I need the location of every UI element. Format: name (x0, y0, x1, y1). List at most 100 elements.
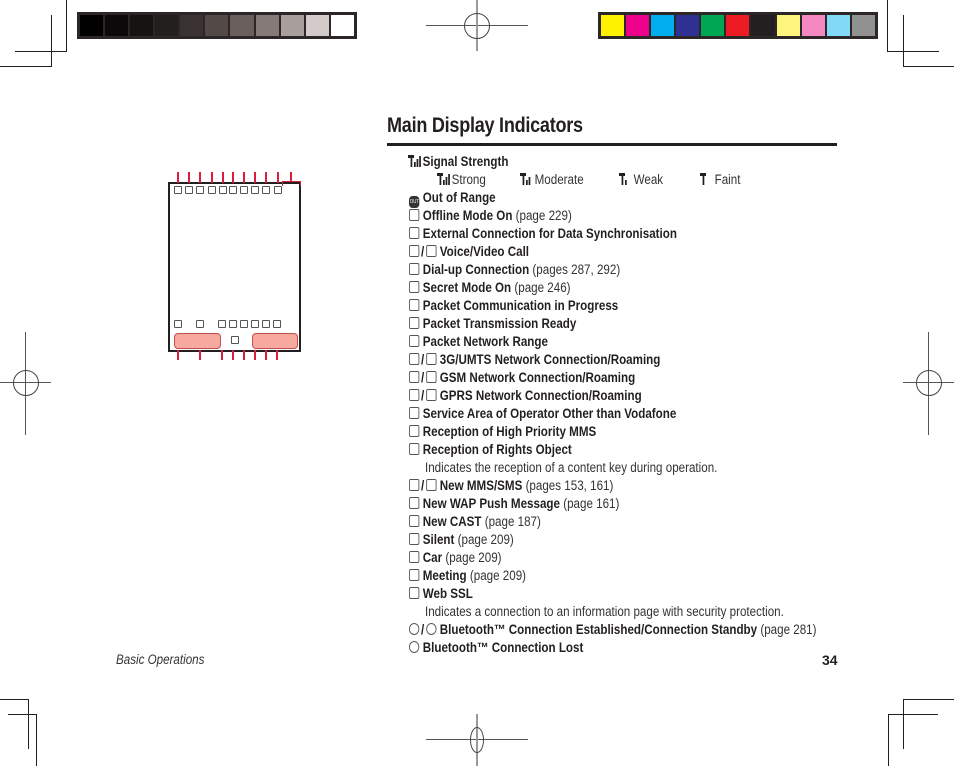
3g-roaming-icon (425, 353, 437, 365)
packet-communication-icon (409, 299, 420, 311)
status-indicator-icon (196, 320, 204, 328)
status-indicator-icon (274, 186, 282, 194)
indicator-entry: / Bluetooth™ Connection Established/Conne… (409, 621, 817, 639)
process-color-bar (598, 12, 878, 39)
indicator-label: Dial-up Connection (422, 262, 530, 277)
color-swatch (851, 15, 875, 36)
voice-call-icon (409, 245, 420, 257)
dial-up-icon (409, 263, 420, 275)
icon-separator: / (421, 388, 425, 403)
signal-level-weak: Weak (619, 171, 663, 189)
page-reference: (page 281) (760, 622, 817, 637)
indicator-label: Packet Network Range (422, 334, 548, 349)
status-indicator-icon (219, 186, 227, 194)
indicator-label: Silent (422, 532, 455, 547)
icon-separator: / (421, 622, 425, 637)
indicator-label: External Connection for Data Synchronisa… (422, 226, 677, 241)
signal-level-moderate: Moderate (520, 171, 584, 189)
packet-network-icon (409, 335, 420, 347)
indicator-label: Bluetooth™ Connection Lost (422, 640, 584, 655)
icon-separator: / (421, 352, 425, 367)
page-reference: (page 187) (484, 514, 541, 529)
bluetooth-standby-icon (425, 623, 437, 635)
signal-level-label: Weak (633, 172, 664, 187)
indicator-label: Secret Mode On (422, 280, 512, 295)
color-swatch (180, 15, 204, 36)
color-swatch (130, 15, 154, 36)
signal-faint-icon (700, 173, 712, 185)
signal-level-label: Strong (451, 172, 486, 187)
page-reference: (page 246) (514, 280, 571, 295)
status-indicator-icon (262, 320, 270, 328)
callout-line (199, 350, 201, 360)
left-softkey (174, 333, 221, 349)
indicator-label: Packet Communication in Progress (422, 298, 619, 313)
indicator-entry: Bluetooth™ Connection Lost (409, 639, 583, 657)
color-swatch (280, 15, 304, 36)
indicator-label: GPRS Network Connection/Roaming (439, 388, 642, 403)
signal-weak-icon (619, 173, 631, 185)
indicator-label: Car (422, 550, 443, 565)
indicator-label: Web SSL (422, 586, 473, 601)
page-number: 34 (822, 652, 838, 668)
indicator-entry: Reception of Rights Object (409, 441, 572, 459)
indicator-label: Meeting (422, 568, 467, 583)
status-indicator-icon (229, 186, 237, 194)
indicator-entry: Silent (page 209) (409, 531, 514, 549)
signal-level-label: Faint (714, 172, 741, 187)
car-icon (409, 551, 420, 563)
status-indicator-icon (273, 320, 281, 328)
icon-separator: / (421, 370, 425, 385)
signal-strength-icon (408, 155, 421, 167)
icon-separator: / (421, 478, 425, 493)
status-indicator-icon (240, 186, 248, 194)
meeting-icon (409, 569, 420, 581)
indicator-entry: / GSM Network Connection/Roaming (409, 369, 635, 387)
color-swatch (205, 15, 229, 36)
indicator-entry: / New MMS/SMS (pages 153, 161) (409, 477, 613, 495)
page-reference: (pages 153, 161) (525, 478, 614, 493)
callout-line (254, 172, 256, 183)
silent-icon (409, 533, 420, 545)
page-reference: (page 209) (445, 550, 502, 565)
indicator-entry: Web SSL (409, 585, 473, 603)
color-swatch (726, 15, 750, 36)
indicator-label: Packet Transmission Ready (422, 316, 577, 331)
color-swatch (801, 15, 825, 36)
packet-ready-icon (409, 317, 420, 329)
indicator-label: Voice/Video Call (439, 244, 530, 259)
indicator-entry: / Voice/Video Call (409, 243, 529, 261)
page-title: Main Display Indicators (387, 114, 583, 137)
indicator-entry: New CAST (page 187) (409, 513, 541, 531)
rights-object-icon (409, 443, 420, 455)
callout-line (222, 172, 224, 183)
color-swatch (826, 15, 850, 36)
indicator-entry: Dial-up Connection (pages 287, 292) (409, 261, 620, 279)
color-swatch (105, 15, 129, 36)
status-indicator-icon (218, 320, 226, 328)
callout-line (243, 172, 245, 183)
gprs-roaming-icon (425, 389, 437, 401)
callout-line (276, 350, 278, 360)
status-indicator-icon (240, 320, 248, 328)
offline-mode-icon (409, 209, 420, 221)
status-indicator-icon (251, 320, 259, 328)
signal-level-strong: Strong (437, 171, 486, 189)
callout-line (232, 172, 234, 183)
color-swatch (255, 15, 279, 36)
indicator-label: Service Area of Operator Other than Voda… (422, 406, 677, 421)
color-swatch (626, 15, 650, 36)
indicator-label: Bluetooth™ Connection Established/Connec… (439, 622, 758, 637)
other-operator-icon (409, 407, 420, 419)
indicator-entry: Packet Network Range (409, 333, 548, 351)
callout-line (221, 350, 223, 360)
color-swatch (601, 15, 625, 36)
status-indicator-icon (185, 186, 193, 194)
indicator-label: Reception of High Priority MMS (422, 424, 597, 439)
color-swatch (751, 15, 775, 36)
color-swatch (305, 15, 329, 36)
page-reference: (page 161) (563, 496, 620, 511)
color-swatch (330, 15, 354, 36)
indicator-entry: Packet Communication in Progress (409, 297, 618, 315)
status-indicator-icon (251, 186, 259, 194)
